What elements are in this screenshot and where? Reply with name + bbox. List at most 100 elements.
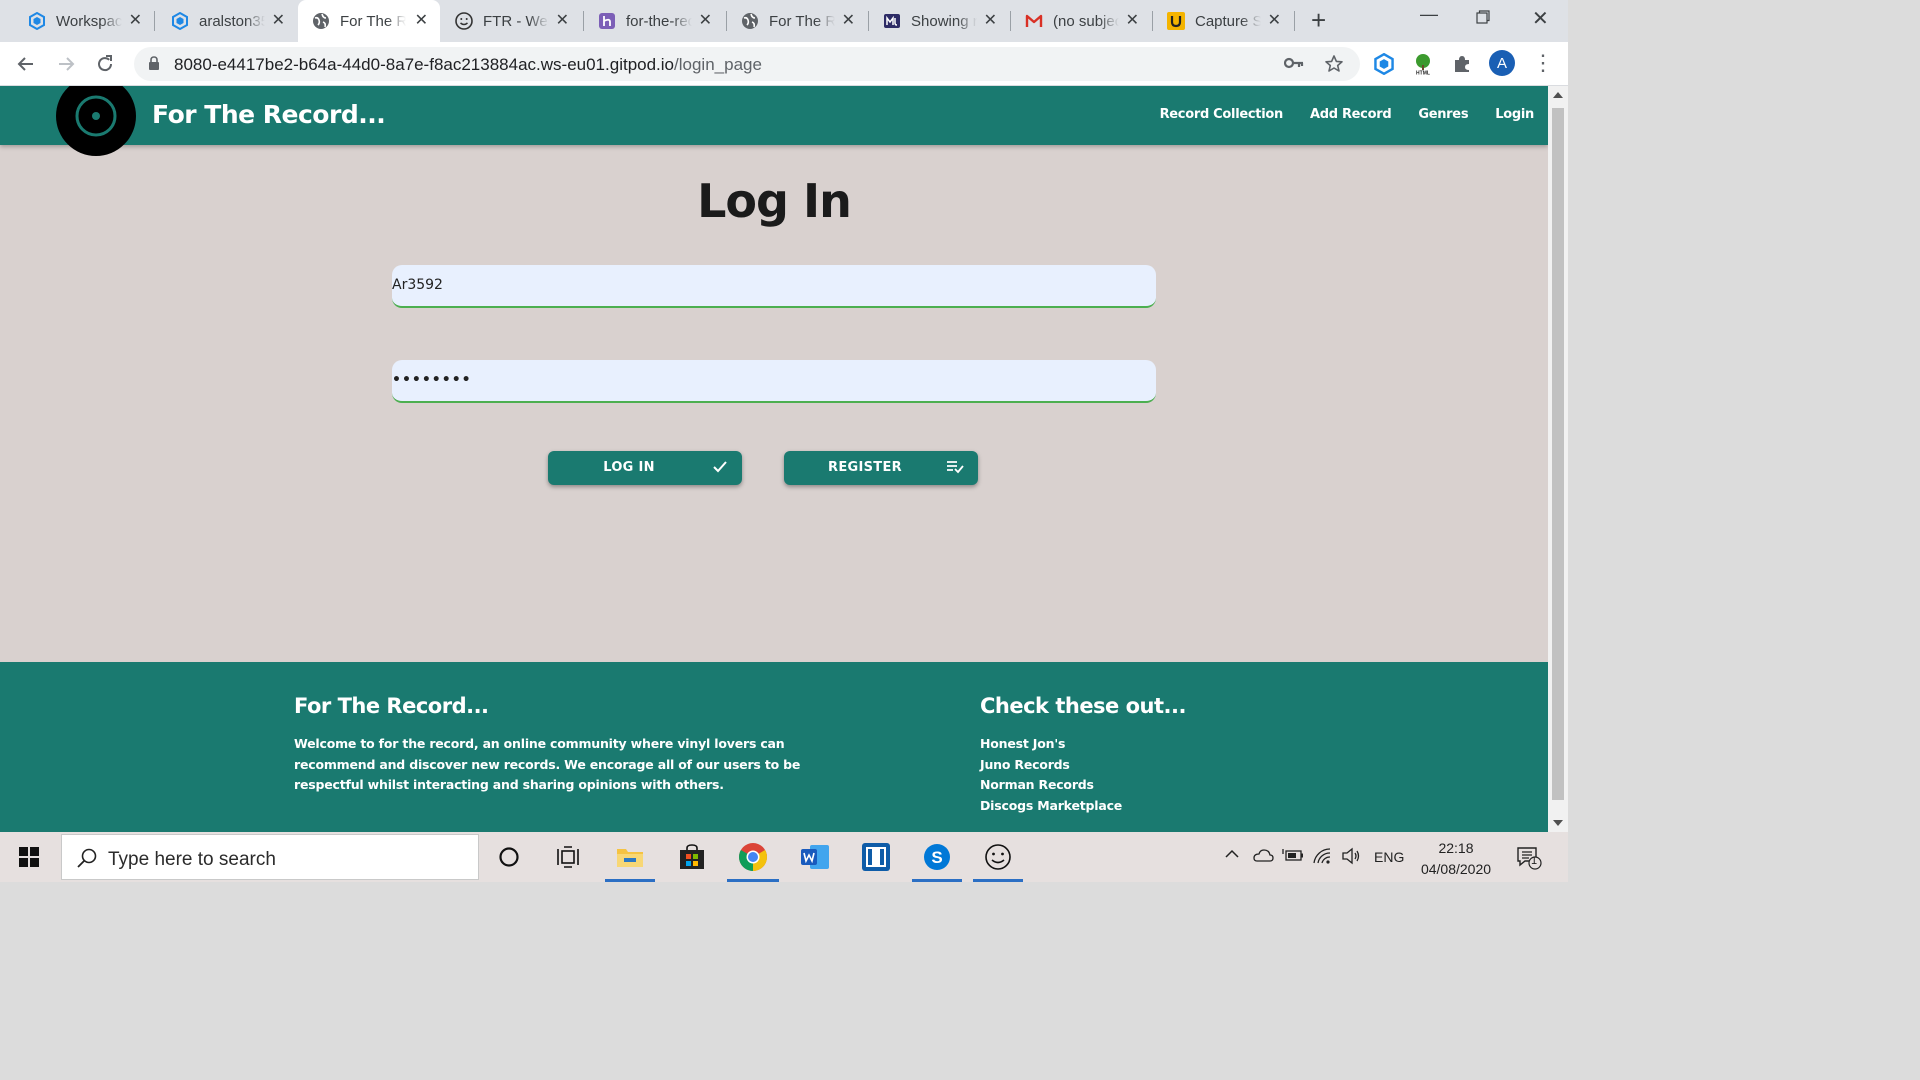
globe-icon (312, 12, 330, 30)
nav-genres[interactable]: Genres (1418, 107, 1468, 122)
record-logo-icon[interactable] (56, 86, 136, 156)
key-icon[interactable] (1283, 56, 1304, 75)
feedback-smiley-icon[interactable] (982, 841, 1014, 873)
onedrive-cloud-icon[interactable] (1252, 848, 1274, 865)
browser-tab[interactable]: for-the-record ✕ (584, 0, 724, 42)
chrome-active-indicator (727, 879, 779, 882)
notification-center-icon[interactable]: 1 (1516, 846, 1542, 873)
scroll-up-arrow-icon[interactable] (1553, 92, 1563, 98)
page-scrollbar[interactable] (1548, 86, 1568, 832)
tab-close-icon[interactable]: ✕ (699, 13, 712, 29)
window-restore-icon[interactable] (1476, 8, 1490, 29)
scroll-down-arrow-icon[interactable] (1553, 820, 1563, 826)
window-close-icon[interactable]: ✕ (1532, 6, 1549, 31)
footer-link-juno-records[interactable]: Juno Records (980, 755, 1186, 776)
tab-title: Showing results (911, 12, 977, 30)
wifi-icon[interactable] (1312, 847, 1332, 868)
tab-close-icon[interactable]: ✕ (415, 13, 428, 29)
svg-text:HTML: HTML (1416, 71, 1430, 77)
window-minimize-icon[interactable]: — (1420, 4, 1438, 25)
chrome-icon[interactable] (737, 841, 769, 873)
clock-date: 04/08/2020 (1420, 861, 1492, 877)
skype-icon[interactable]: S (921, 841, 953, 873)
extensions-puzzle-icon[interactable] (1450, 52, 1474, 76)
word-icon[interactable] (799, 841, 831, 873)
language-indicator[interactable]: ENG (1374, 849, 1404, 865)
gitpod-extension-icon[interactable] (1372, 52, 1396, 76)
tab-close-icon[interactable]: ✕ (842, 13, 855, 29)
microsoft-store-icon[interactable] (676, 841, 708, 873)
forward-arrow-icon[interactable] (52, 50, 80, 78)
taskbar-clock[interactable]: 22:18 04/08/2020 (1416, 838, 1496, 880)
file-explorer-active-indicator (605, 879, 655, 882)
new-tab-plus-icon[interactable]: + (1311, 7, 1326, 33)
check-icon (712, 460, 728, 478)
site-footer: For The Record... Welcome to for the rec… (0, 662, 1548, 832)
footer-link-norman-records[interactable]: Norman Records (980, 775, 1186, 796)
tab-title: aralston3592 (199, 12, 265, 30)
bookmark-star-icon[interactable] (1324, 54, 1344, 79)
url-host: 8080-e4417be2-b64a-44d0-8a7e-f8ac213884a… (174, 55, 675, 74)
register-button[interactable]: REGISTER (784, 451, 978, 485)
tab-close-icon[interactable]: ✕ (1126, 13, 1139, 29)
browser-tab[interactable]: Showing results ✕ (869, 0, 1009, 42)
html-tree-extension-icon[interactable]: HTML (1411, 52, 1435, 76)
battery-icon[interactable] (1282, 848, 1304, 865)
tab-close-icon[interactable]: ✕ (556, 13, 569, 29)
cortana-icon[interactable] (493, 841, 525, 873)
password-input[interactable]: •••••••• (392, 360, 1156, 403)
url-path: /login_page (674, 55, 762, 74)
browser-tab[interactable]: For The Record ✕ (727, 0, 867, 42)
tab-separator (154, 11, 155, 31)
volume-icon[interactable] (1341, 847, 1361, 868)
browser-tab[interactable]: FTR - Welcome ✕ (441, 0, 581, 42)
browser-tab-active[interactable]: For The Record ✕ (298, 0, 440, 42)
playlist-add-check-icon (946, 460, 964, 478)
tab-close-icon[interactable]: ✕ (1268, 13, 1281, 29)
gmail-icon (1025, 12, 1043, 30)
globe-icon (741, 12, 759, 30)
taskbar-search-box[interactable]: Type here to search (61, 834, 479, 880)
file-explorer-icon[interactable] (614, 841, 646, 873)
nav-login[interactable]: Login (1495, 107, 1534, 122)
back-arrow-icon[interactable] (12, 50, 40, 78)
windows-taskbar: Type here to search S ENG 22:18 04/08/20… (0, 832, 1568, 882)
lock-icon[interactable] (148, 56, 160, 76)
tab-close-icon[interactable]: ✕ (129, 13, 142, 29)
task-view-icon[interactable] (552, 841, 584, 873)
svg-text:S: S (931, 848, 942, 867)
nav-record-collection[interactable]: Record Collection (1160, 107, 1284, 122)
tab-title: (no subject) (1053, 12, 1119, 30)
search-placeholder: Type here to search (108, 849, 276, 870)
tab-close-icon[interactable]: ✕ (984, 13, 997, 29)
search-icon (76, 847, 98, 874)
footer-about: For The Record... Welcome to for the rec… (294, 694, 854, 796)
footer-link-honest-jons[interactable]: Honest Jon's (980, 734, 1186, 755)
heroku-icon (598, 12, 616, 30)
browser-tab[interactable]: aralston3592 ✕ (157, 0, 297, 42)
windows-start-icon[interactable] (0, 832, 58, 882)
browser-tab[interactable]: (no subject) ✕ (1011, 0, 1151, 42)
tab-title: For The Record (769, 12, 835, 30)
browser-tab[interactable]: Capture Screenshot ✕ (1153, 0, 1293, 42)
scrollbar-thumb[interactable] (1552, 108, 1564, 800)
footer-link-discogs-marketplace[interactable]: Discogs Marketplace (980, 796, 1186, 817)
username-input[interactable]: Ar3592 (392, 265, 1156, 308)
login-button[interactable]: LOG IN (548, 451, 742, 485)
site-brand[interactable]: For The Record... (152, 100, 386, 129)
tab-close-icon[interactable]: ✕ (272, 13, 285, 29)
tab-title: For The Record (340, 12, 406, 30)
url-text[interactable]: 8080-e4417be2-b64a-44d0-8a7e-f8ac213884a… (174, 55, 762, 75)
remote-desktop-icon[interactable] (860, 841, 892, 873)
browser-menu-icon[interactable]: ⋮ (1532, 52, 1554, 74)
tab-title: Workspaces (56, 12, 122, 30)
profile-avatar[interactable]: A (1489, 50, 1515, 76)
footer-about-text: Welcome to for the record, an online com… (294, 736, 801, 792)
tab-title: FTR - Welcome (483, 12, 549, 30)
address-bar[interactable]: 8080-e4417be2-b64a-44d0-8a7e-f8ac213884a… (134, 47, 1360, 81)
skype-active-indicator (912, 879, 962, 882)
nav-add-record[interactable]: Add Record (1310, 107, 1392, 122)
browser-tab[interactable]: Workspaces ✕ (14, 0, 154, 42)
reload-icon[interactable] (91, 50, 119, 78)
tray-chevron-up-icon[interactable] (1224, 846, 1240, 865)
